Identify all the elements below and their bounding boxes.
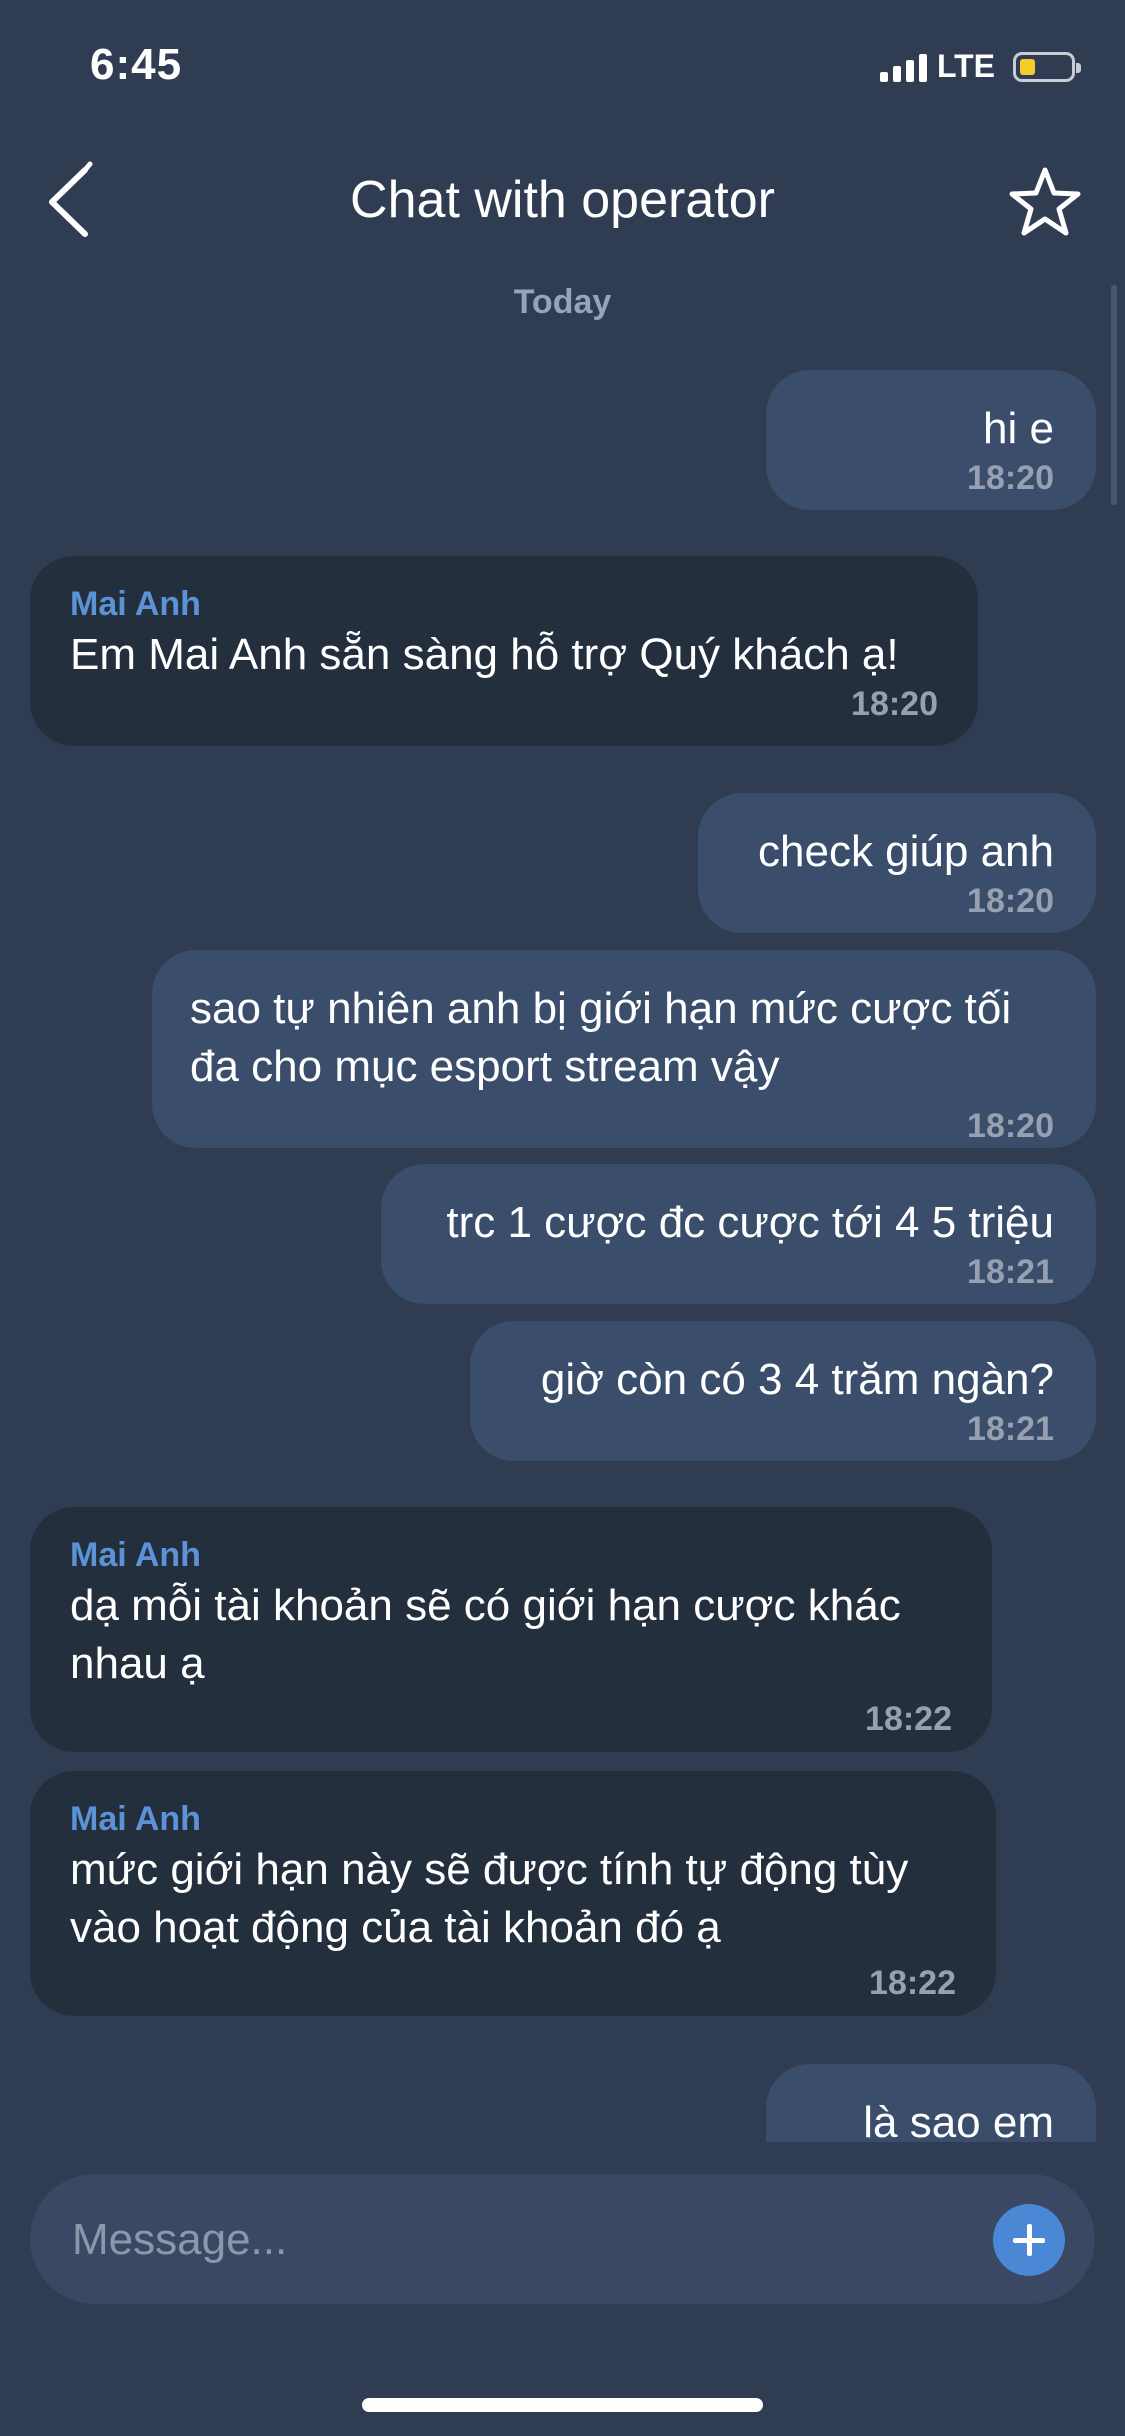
message-text: giờ còn có 3 4 trăm ngàn?	[540, 1355, 1054, 1404]
message-text: trc 1 cược đc cược tới 4 5 triệu	[446, 1198, 1054, 1247]
message-text: dạ mỗi tài khoản sẽ có giới hạn cược khá…	[70, 1581, 901, 1688]
message-text: là sao em	[863, 2098, 1054, 2142]
status-bar: 6:45 LTE	[0, 0, 1125, 140]
sender-name: Mai Anh	[70, 1800, 201, 1838]
message-time: 18:20	[967, 882, 1054, 920]
sender-name: Mai Anh	[70, 585, 201, 623]
message-time: 18:20	[967, 1107, 1054, 1145]
page-title: Chat with operator	[350, 171, 775, 229]
message-bubble-incoming[interactable]: Mai Anh dạ mỗi tài khoản sẽ có giới hạn …	[30, 1507, 992, 1752]
status-time: 6:45	[90, 40, 183, 89]
message-time: 18:22	[869, 1964, 956, 2002]
chat-header: Chat with operator	[0, 150, 1125, 250]
message-time: 18:21	[967, 1410, 1054, 1448]
message-bubble-incoming[interactable]: Mai Anh mức giới hạn này sẽ được tính tự…	[30, 1771, 996, 2016]
message-composer	[30, 2174, 1095, 2304]
message-bubble-outgoing[interactable]: trc 1 cược đc cược tới 4 5 triệu 18:21	[381, 1164, 1096, 1304]
add-attachment-button[interactable]	[993, 2204, 1065, 2276]
message-time: 18:20	[967, 459, 1054, 497]
message-text: mức giới hạn này sẽ được tính tự động tù…	[70, 1845, 909, 1952]
message-clip: là sao em	[0, 2040, 1125, 2142]
message-bubble-outgoing[interactable]: check giúp anh 18:20	[698, 793, 1096, 933]
favorite-button[interactable]	[1005, 162, 1085, 242]
star-icon	[1009, 167, 1081, 236]
message-time: 18:22	[865, 1700, 952, 1738]
message-text: sao tự nhiên anh bị giới hạn mức cược tố…	[190, 984, 1012, 1091]
message-bubble-outgoing[interactable]: là sao em	[766, 2064, 1096, 2142]
network-label: LTE	[936, 48, 995, 84]
sender-name: Mai Anh	[70, 1536, 201, 1574]
home-indicator[interactable]	[362, 2398, 763, 2412]
message-input[interactable]	[70, 2204, 974, 2276]
message-text: check giúp anh	[758, 827, 1054, 876]
message-time: 18:20	[851, 685, 938, 723]
status-indicators: LTE	[879, 48, 1081, 85]
message-time: 18:21	[967, 1253, 1054, 1291]
message-bubble-outgoing[interactable]: sao tự nhiên anh bị giới hạn mức cược tố…	[152, 950, 1096, 1148]
message-text: hi e	[983, 404, 1054, 453]
date-separator: Today	[513, 283, 612, 321]
battery-icon	[1013, 51, 1081, 82]
signal-icon	[879, 52, 927, 82]
message-text: Em Mai Anh sẵn sàng hỗ trợ Quý khách ạ!	[70, 630, 899, 679]
message-bubble-outgoing[interactable]: giờ còn có 3 4 trăm ngàn? 18:21	[470, 1321, 1096, 1461]
message-bubble-outgoing[interactable]: hi e 18:20	[766, 370, 1096, 510]
message-bubble-incoming[interactable]: Mai Anh Em Mai Anh sẵn sàng hỗ trợ Quý k…	[30, 556, 978, 746]
